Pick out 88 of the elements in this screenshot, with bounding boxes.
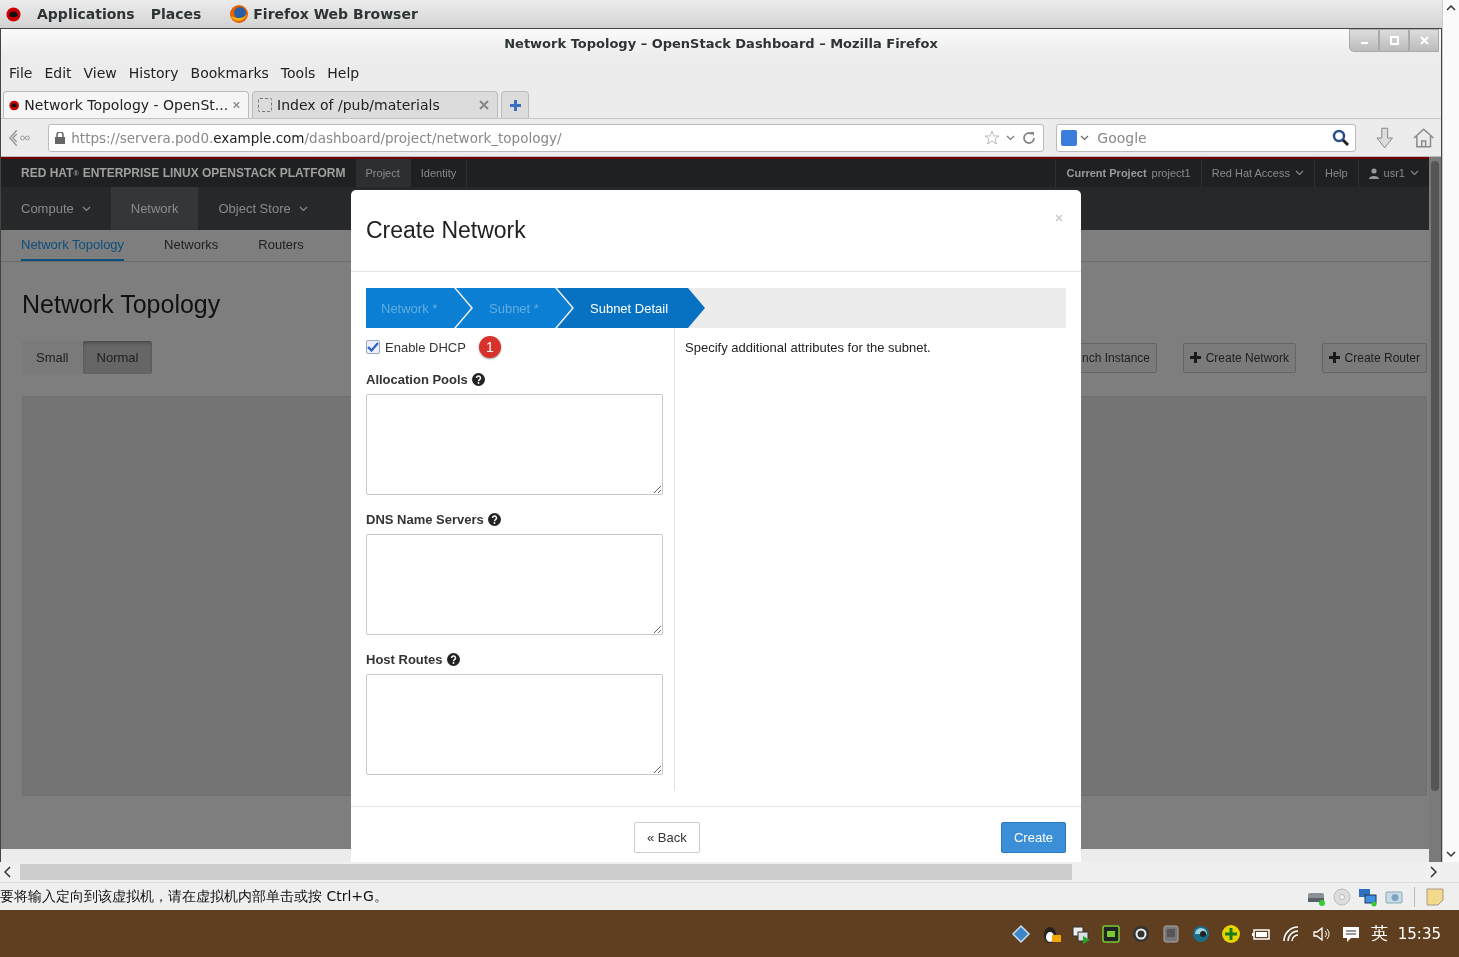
close-icon [1055,214,1063,222]
menu-item[interactable]: View [77,65,123,81]
help-icon [446,653,460,666]
close-button[interactable] [1409,29,1439,52]
toggle-button[interactable]: Small [22,341,83,374]
star-icon[interactable] [984,129,1001,146]
chevron-icon [1294,170,1304,176]
wifi-icon[interactable] [1280,923,1301,944]
globe-icon[interactable] [1190,923,1211,944]
scroll-down-icon[interactable] [1446,851,1456,858]
nav-item[interactable]: Network [110,187,199,230]
page-icon [258,98,272,112]
download-icon[interactable] [1374,125,1396,150]
plus-icon [1189,352,1201,363]
plus-icon [509,99,521,111]
sub-tab[interactable]: Networks [164,230,219,261]
reload-icon[interactable] [1021,129,1038,146]
menu-item[interactable]: Tools [274,65,322,81]
network-icon[interactable] [1358,886,1378,907]
new-tab-button[interactable] [501,91,529,118]
toggle-button[interactable]: Normal [82,341,153,374]
scroll-right-icon[interactable] [1429,866,1437,878]
field-label: DNS Name Servers [366,512,484,527]
sub-tab[interactable]: Routers [258,230,304,261]
minimize-button[interactable] [1349,29,1379,52]
user-icon [1368,167,1379,179]
browser-tab[interactable]: Index of /pub/materials [252,91,498,118]
plus-icon[interactable] [1220,923,1241,944]
number-badge: 1 [478,336,501,358]
menu-item[interactable]: Help [321,65,366,81]
scroll-up-icon[interactable] [1446,4,1456,11]
plus-icon [1328,352,1340,363]
chevron-icon [298,205,308,212]
field-label: Allocation Pools [366,372,468,387]
back-button[interactable]: « Back [634,822,700,853]
action-button[interactable]: Create Router [1321,342,1427,373]
action-button[interactable]: nch Instance [1081,342,1158,373]
input-method-indicator[interactable]: 英 [1370,922,1388,945]
nav-item[interactable]: Object Store [198,187,328,230]
status-message: 要将输入定向到该虚拟机，请在虚拟机内部单击或按 Ctrl+G。 [0,887,388,906]
checkbox-label: Enable DHCP [385,339,466,355]
drive-icon[interactable] [1160,923,1181,944]
scrollbar-thumb[interactable] [1431,161,1439,791]
clock[interactable]: 15:35 [1397,924,1441,943]
action-button[interactable]: Create Network [1182,342,1296,373]
chevron-icon [1006,134,1016,141]
close-icon [479,100,489,110]
checkbox[interactable] [366,340,380,354]
search-field[interactable]: Google [1056,123,1357,152]
close-icon [1419,36,1429,45]
chevron-icon [1410,170,1419,176]
page-heading: Network Topology [22,290,221,319]
modal-title: Create Network [366,217,526,244]
url-field[interactable]: https://servera.pod0.example.com/dashboard/project/network_topology/ [48,123,1045,152]
ring-icon[interactable] [1130,923,1151,944]
chevron-icon [81,205,91,212]
search-icon[interactable] [1332,128,1351,147]
window-title: Network Topology – OpenStack Dashboard – Mozilla Firefox [504,36,938,51]
field-label: Host Routes [366,652,443,667]
nav-item[interactable]: Compute [1,187,111,230]
diamond-icon[interactable] [1010,923,1031,944]
help-icon [487,513,501,526]
create-button[interactable]: Create [1000,822,1066,853]
brand-title: RED HAT$^{®}$ ENTERPRISE LINUX OPENSTACK PLATFORM [20,165,347,182]
menu-item[interactable]: Bookmarks [184,65,275,81]
browser-tab[interactable]: Network Topology - OpenSt... [3,91,249,118]
menu-item[interactable]: File [3,65,39,81]
wizard-step[interactable]: Subnet Detail [557,288,705,328]
maximize-button[interactable] [1379,29,1409,52]
chip-icon[interactable] [1100,923,1121,944]
top-tab[interactable]: Project [355,159,411,187]
app-menu[interactable]: Firefox Web Browser [253,6,418,22]
hat-icon [6,6,21,22]
help-icon [471,373,485,386]
maximize-icon [1389,36,1399,45]
menu-item[interactable]: History [122,65,185,81]
chevron-icon [1080,134,1090,141]
lock-icon [55,131,66,144]
scroll-left-icon[interactable] [4,866,12,878]
menu-item[interactable]: Edit [38,65,78,81]
home-icon[interactable] [1411,126,1435,149]
globe-icon [229,4,250,24]
scrollbar-thumb[interactable] [20,864,1072,880]
help-text: Specify additional attributes for the subnet. [685,340,931,355]
close-icon [233,100,240,110]
top-bar-menu[interactable]: Places [150,6,202,22]
windows-icon[interactable] [1070,923,1091,944]
top-bar-menu[interactable]: Applications [37,6,135,22]
